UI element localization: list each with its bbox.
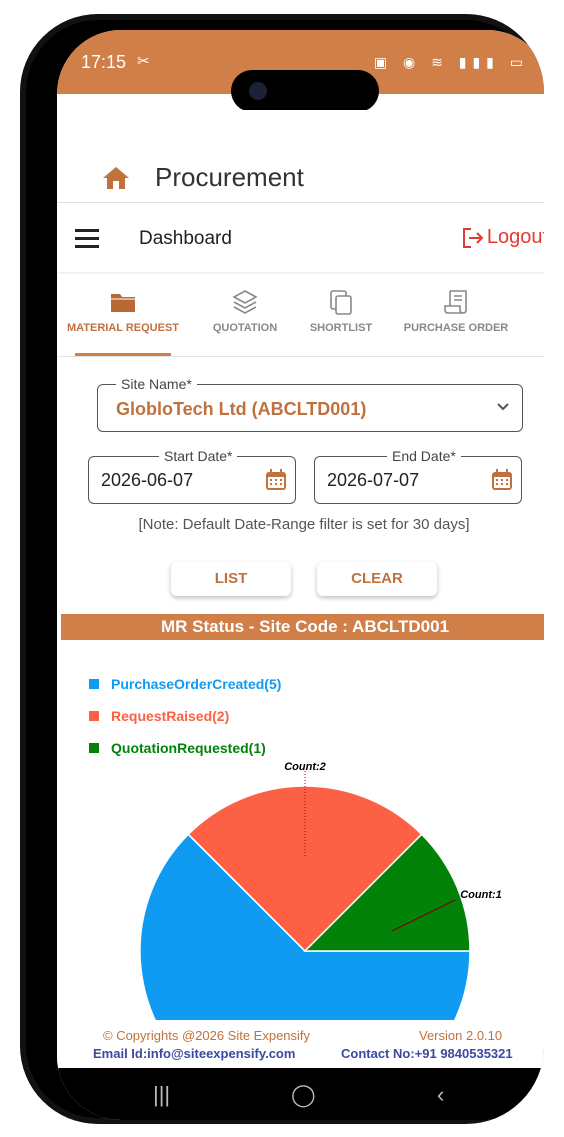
tab-shortlist[interactable]: SHORTLIST [289, 274, 393, 356]
email-text: Email Id:info@siteexpensify.com [93, 1046, 296, 1061]
tab-label: MATERIAL REQUEST [66, 322, 180, 334]
site-name-value: GlobloTech Ltd (ABCLTD001) [116, 399, 367, 419]
footer: © Copyrights @2026 Site Expensify Versio… [57, 1020, 544, 1070]
legend-swatch [89, 711, 99, 721]
back-icon[interactable]: ‹ [437, 1082, 444, 1108]
folder-icon [111, 294, 135, 312]
mr-status-bar: MR Status - Site Code : ABCLTD001 [61, 614, 544, 640]
tab-label: PURCHASE ORDER [403, 322, 509, 334]
home-icon[interactable] [102, 166, 130, 190]
legend-item: PurchaseOrderCreated(5) [89, 668, 281, 700]
start-date-label: Start Date* [159, 448, 238, 464]
status-icons: ▣ ◉ ≋ ▮▮▮ ▭ [373, 54, 529, 70]
home-nav-icon[interactable]: ◯ [291, 1082, 316, 1108]
phone-frame: 17:15 ✂ ▣ ◉ ≋ ▮▮▮ ▭ Procurement Dashboar… [20, 14, 544, 1124]
tab-material-request[interactable]: MATERIAL REQUEST [63, 274, 183, 356]
copy-icon [330, 290, 352, 315]
legend-label: RequestRaised(2) [111, 708, 230, 724]
dashboard-bar: Dashboard Logout [57, 204, 544, 272]
start-date-field[interactable]: Start Date* 2026-06-07 [88, 448, 296, 504]
recent-apps-icon[interactable]: ||| [153, 1082, 170, 1108]
count-annotation: Count:1 [460, 889, 502, 901]
tab-label: QUOTATION [212, 322, 278, 334]
legend-item: RequestRaised(2) [89, 700, 281, 732]
hamburger-menu-icon[interactable] [75, 229, 99, 248]
tab-label: SHORTLIST [309, 322, 373, 334]
scissors-icon: ✂ [137, 53, 150, 70]
site-name-select[interactable]: Site Name* GlobloTech Ltd (ABCLTD001) [97, 376, 523, 432]
page-title: Procurement [155, 162, 304, 192]
status-time: 17:15 [81, 52, 127, 72]
legend-label: PurchaseOrderCreated(5) [111, 676, 282, 692]
date-range-note: [Note: Default Date-Range filter is set … [138, 516, 470, 533]
legend-swatch [89, 679, 99, 689]
receipt-icon [444, 290, 467, 314]
site-name-label: Site Name* [116, 376, 197, 392]
end-date-value: 2026-07-07 [327, 470, 420, 490]
list-button[interactable]: LIST [171, 562, 291, 596]
logout-label: Logout [486, 226, 544, 248]
calendar-icon[interactable] [265, 469, 287, 491]
version-text: Version 2.0.10 [419, 1028, 503, 1043]
end-date-field[interactable]: End Date* 2026-07-07 [314, 448, 522, 504]
app-header: Procurement [57, 110, 544, 203]
camera-icon [249, 82, 267, 100]
calendar-icon[interactable] [491, 469, 513, 491]
copyright-text: © Copyrights @2026 Site Expensify [103, 1028, 311, 1043]
count-annotation: Count:2 [284, 761, 326, 773]
logout-icon [462, 227, 484, 248]
contact-text: Contact No:+91 9840535321 [341, 1046, 513, 1061]
end-date-label: End Date* [387, 448, 461, 464]
camera-island [231, 70, 379, 112]
layers-icon [232, 290, 258, 314]
dashboard-title: Dashboard [139, 228, 232, 249]
system-nav-bar: ||| ◯ ‹ [57, 1068, 544, 1120]
logout-button[interactable]: Logout [461, 226, 544, 249]
tab-quotation[interactable]: QUOTATION [185, 274, 305, 356]
clear-button[interactable]: CLEAR [317, 562, 437, 596]
screen: 17:15 ✂ ▣ ◉ ≋ ▮▮▮ ▭ Procurement Dashboar… [57, 30, 544, 1120]
mr-status-pie-chart: Count:2 Count:1 [139, 761, 502, 1050]
tab-bar: MATERIAL REQUEST QUOTATION SHORTLIST PUR… [57, 274, 544, 357]
chevron-down-icon [497, 403, 509, 411]
active-tab-indicator [75, 353, 171, 356]
tab-purchase-order[interactable]: PURCHASE ORDER [397, 274, 515, 356]
start-date-value: 2026-06-07 [101, 470, 194, 490]
